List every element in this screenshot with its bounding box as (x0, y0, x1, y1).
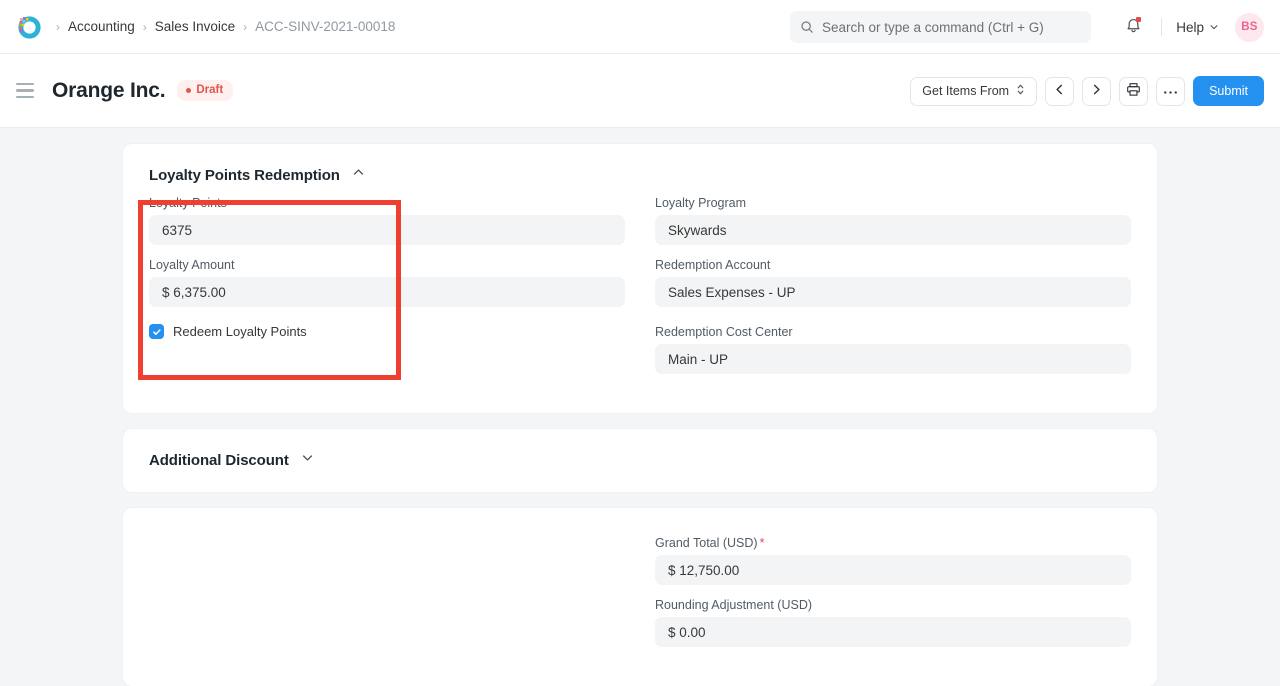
more-options-button[interactable] (1156, 77, 1185, 106)
field-redemption-account: Redemption Account Sales Expenses - UP (655, 258, 1131, 307)
breadcrumb: › Accounting › Sales Invoice › ACC-SINV-… (48, 19, 395, 34)
prev-record-button[interactable] (1045, 77, 1074, 106)
breadcrumb-item-sales-invoice[interactable]: Sales Invoice (155, 19, 235, 34)
field-loyalty-points: Loyalty Points 6375 (149, 196, 625, 245)
submit-button-label: Submit (1209, 84, 1248, 98)
section-body-loyalty: Loyalty Points 6375 Loyalty Amount $ 6,3… (123, 184, 1157, 413)
field-loyalty-program: Loyalty Program Skywards (655, 196, 1131, 245)
field-redemption-cost-center: Redemption Cost Center Main - UP (655, 325, 1131, 374)
field-label-loyalty-program: Loyalty Program (655, 196, 1131, 210)
field-loyalty-amount: Loyalty Amount $ 6,375.00 (149, 258, 625, 307)
field-label-loyalty-points: Loyalty Points (149, 196, 625, 210)
page-title: Orange Inc. (52, 79, 165, 103)
field-label-redemption-cost-center: Redemption Cost Center (655, 325, 1131, 339)
breadcrumb-separator: › (243, 20, 247, 34)
breadcrumb-item-accounting[interactable]: Accounting (68, 19, 135, 34)
totals-left-column (149, 536, 625, 660)
page-header: Orange Inc. Draft Get Items From (0, 54, 1280, 128)
chevron-updown-icon (1016, 83, 1025, 99)
search-input[interactable] (822, 20, 1081, 35)
field-label-redemption-account: Redemption Account (655, 258, 1131, 272)
field-grand-total: Grand Total (USD)* $ 12,750.00 (655, 536, 1131, 585)
ellipsis-icon (1163, 84, 1178, 98)
field-label-grand-total: Grand Total (USD)* (655, 536, 1131, 550)
field-rounding-adjustment: Rounding Adjustment (USD) $ 0.00 (655, 598, 1131, 647)
notification-badge (1136, 17, 1141, 22)
field-label-loyalty-amount: Loyalty Amount (149, 258, 625, 272)
status-badge: Draft (177, 80, 233, 101)
hamburger-bar (16, 83, 34, 86)
field-label-rounding-adjustment: Rounding Adjustment (USD) (655, 598, 1131, 612)
status-badge-label: Draft (196, 84, 223, 96)
hamburger-menu-icon[interactable] (16, 79, 40, 103)
search-icon (800, 20, 814, 34)
loyalty-amount-input[interactable]: $ 6,375.00 (149, 277, 625, 307)
hamburger-bar (16, 96, 34, 99)
navbar-divider (1161, 18, 1162, 36)
avatar-initials: BS (1241, 21, 1258, 33)
loyalty-right-column: Loyalty Program Skywards Redemption Acco… (655, 196, 1131, 387)
breadcrumb-separator: › (143, 20, 147, 34)
frappe-logo-icon[interactable] (16, 14, 42, 40)
redemption-account-input[interactable]: Sales Expenses - UP (655, 277, 1131, 307)
loyalty-left-column: Loyalty Points 6375 Loyalty Amount $ 6,3… (149, 196, 625, 387)
get-items-from-label: Get Items From (922, 84, 1009, 98)
section-loyalty-points-redemption: Loyalty Points Redemption Loyalty Points… (122, 143, 1158, 414)
chevron-right-icon (1090, 83, 1103, 99)
navbar-right-actions: Help BS (1117, 0, 1264, 54)
loyalty-points-input[interactable]: 6375 (149, 215, 625, 245)
printer-icon (1126, 82, 1141, 100)
status-dot-icon (186, 88, 191, 93)
chevron-up-icon[interactable] (352, 166, 365, 184)
section-additional-discount: Additional Discount (122, 428, 1158, 493)
grand-total-label-text: Grand Total (USD) (655, 536, 758, 550)
section-body-totals: Grand Total (USD)* $ 12,750.00 Rounding … (123, 508, 1157, 686)
help-label: Help (1176, 20, 1204, 35)
get-items-from-button[interactable]: Get Items From (910, 77, 1037, 106)
section-header-additional-discount[interactable]: Additional Discount (123, 429, 1157, 492)
checkbox-redeem-loyalty-points[interactable]: Redeem Loyalty Points (149, 324, 625, 339)
notifications-button[interactable] (1117, 11, 1149, 43)
print-button[interactable] (1119, 77, 1148, 106)
grand-total-input[interactable]: $ 12,750.00 (655, 555, 1131, 585)
avatar[interactable]: BS (1235, 13, 1264, 42)
redemption-cost-center-input[interactable]: Main - UP (655, 344, 1131, 374)
section-title-additional-discount: Additional Discount (149, 452, 289, 469)
section-header-loyalty[interactable]: Loyalty Points Redemption (123, 144, 1157, 184)
page-header-actions: Get Items From (910, 54, 1264, 128)
chevron-down-icon (1209, 20, 1219, 35)
chevron-down-icon[interactable] (301, 451, 314, 469)
breadcrumb-item-current: ACC-SINV-2021-00018 (255, 19, 395, 34)
form-body: Loyalty Points Redemption Loyalty Points… (0, 128, 1280, 686)
checkbox-label-redeem-loyalty-points: Redeem Loyalty Points (173, 324, 307, 339)
next-record-button[interactable] (1082, 77, 1111, 106)
rounding-adjustment-input[interactable]: $ 0.00 (655, 617, 1131, 647)
top-navbar: › Accounting › Sales Invoice › ACC-SINV-… (0, 0, 1280, 54)
breadcrumb-separator: › (56, 20, 60, 34)
chevron-left-icon (1053, 83, 1066, 99)
hamburger-bar (16, 89, 34, 92)
section-totals: Grand Total (USD)* $ 12,750.00 Rounding … (122, 507, 1158, 686)
required-asterisk: * (760, 536, 765, 550)
checkbox-checked-icon[interactable] (149, 324, 164, 339)
help-menu-button[interactable]: Help (1174, 16, 1221, 39)
totals-right-column: Grand Total (USD)* $ 12,750.00 Rounding … (655, 536, 1131, 660)
loyalty-program-input[interactable]: Skywards (655, 215, 1131, 245)
search-bar[interactable] (790, 11, 1091, 43)
section-title-loyalty: Loyalty Points Redemption (149, 167, 340, 184)
submit-button[interactable]: Submit (1193, 76, 1264, 106)
